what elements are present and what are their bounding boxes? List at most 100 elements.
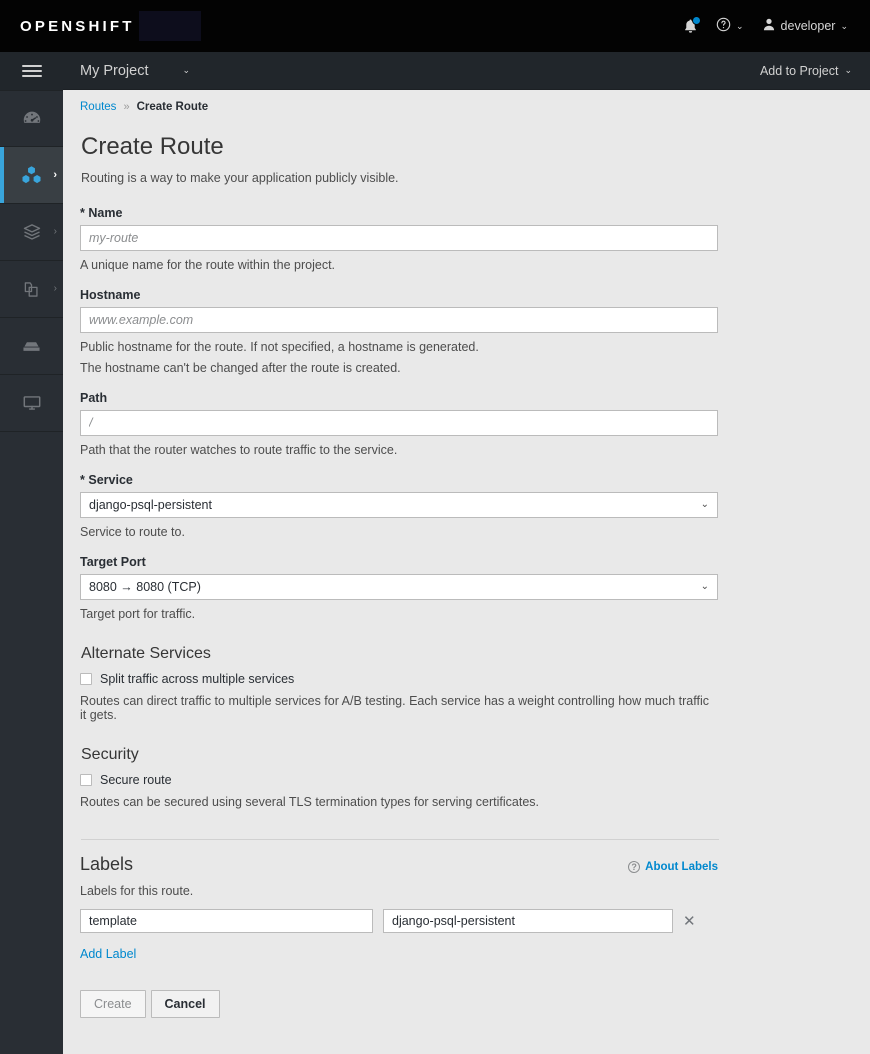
notifications-button[interactable] <box>683 16 701 34</box>
alternate-services-heading: Alternate Services <box>81 645 211 662</box>
openshift-console: OPENSHIFT ⌄ developer ⌄ › › › My Project… <box>0 0 870 1054</box>
create-button[interactable]: Create <box>80 990 146 1018</box>
service-help-text: Service to route to. <box>80 525 185 539</box>
label-key-input[interactable] <box>80 909 373 933</box>
server-icon <box>20 335 43 358</box>
page-title: Create Route <box>81 133 224 160</box>
help-menu[interactable]: ⌄ <box>716 17 744 35</box>
split-traffic-checkbox[interactable] <box>80 673 92 685</box>
chevron-down-icon: ⌄ <box>840 20 848 31</box>
breadcrumb: Routes » Create Route <box>80 90 870 113</box>
brand-redacted-block <box>138 11 201 41</box>
required-star: * <box>80 206 85 220</box>
target-port-label: Target Port <box>80 555 146 569</box>
name-label-text: Name <box>88 206 123 220</box>
hostname-help-text-2: The hostname can't be changed after the … <box>80 361 401 375</box>
breadcrumb-separator: » <box>123 101 130 113</box>
sidebar-item-monitoring[interactable] <box>0 375 63 432</box>
sidebar-nav: › › › <box>0 52 63 1054</box>
project-name-label: My Project <box>80 62 149 79</box>
monitor-icon <box>21 392 43 414</box>
secure-route-checkbox-row[interactable]: Secure route <box>80 773 718 787</box>
breadcrumb-current: Create Route <box>136 101 209 113</box>
sidebar-item-applications[interactable]: › <box>0 147 63 204</box>
split-traffic-checkbox-row[interactable]: Split traffic across multiple services <box>80 672 718 686</box>
service-select-wrapper: django-psql-persistent ⌄ <box>80 492 718 518</box>
about-labels-text: About Labels <box>645 861 718 873</box>
label-row: ✕ <box>80 909 718 933</box>
project-selector[interactable]: My Project ⌄ <box>80 63 190 79</box>
sidebar-item-overview[interactable] <box>0 90 63 147</box>
label-rows: ✕ <box>80 909 718 933</box>
field-group-name: * Name A unique name for the route withi… <box>80 206 718 272</box>
create-route-form: * Name A unique name for the route withi… <box>80 206 719 1018</box>
files-icon <box>21 279 42 300</box>
hostname-input[interactable] <box>80 307 718 333</box>
service-label-text: Service <box>88 473 133 487</box>
sidebar-expand-arrow[interactable]: › <box>54 284 57 294</box>
sidebar-expand-arrow[interactable]: › <box>53 169 57 181</box>
add-to-project-menu[interactable]: Add to Project ⌄ <box>760 64 852 78</box>
hamburger-menu-icon <box>21 65 42 77</box>
alternate-services-help-text: Routes can direct traffic to multiple se… <box>80 694 709 722</box>
bell-icon <box>683 16 701 34</box>
target-port-select-wrapper: 8080 → 8080 (TCP) ⌄ <box>80 574 718 600</box>
brand-logo[interactable]: OPENSHIFT <box>20 11 201 41</box>
form-actions: Create Cancel <box>80 990 718 1018</box>
labels-header: Labels ? About Labels <box>80 854 718 875</box>
target-port-help-text: Target port for traffic. <box>80 607 196 621</box>
security-heading: Security <box>81 746 139 763</box>
path-input[interactable] <box>80 410 718 436</box>
breadcrumb-link-routes[interactable]: Routes <box>80 101 116 113</box>
gauge-icon <box>21 108 43 130</box>
secure-route-label: Secure route <box>100 773 172 787</box>
target-port-select[interactable]: 8080 → 8080 (TCP) <box>80 574 718 600</box>
sidebar-item-storage[interactable] <box>0 318 63 375</box>
chevron-down-icon: ⌄ <box>182 65 191 75</box>
help-circle-icon <box>716 17 731 35</box>
hostname-label: Hostname <box>80 288 141 302</box>
username-label: developer <box>780 19 836 33</box>
notification-badge <box>692 16 701 25</box>
help-circle-icon: ? <box>628 861 641 873</box>
layers-icon <box>21 221 43 243</box>
about-labels-link[interactable]: ? About Labels <box>628 861 718 873</box>
service-label: * Service <box>80 473 718 487</box>
sidebar-item-builds[interactable]: › <box>0 204 63 261</box>
chevron-down-icon: ⌄ <box>844 65 852 75</box>
chevron-down-icon: ⌄ <box>736 20 744 31</box>
path-help-text: Path that the router watches to route tr… <box>80 443 398 457</box>
field-group-target-port: Target Port 8080 → 8080 (TCP) ⌄ Target p… <box>80 555 718 621</box>
section-divider <box>81 839 719 840</box>
path-label: Path <box>80 391 108 405</box>
sidebar-toggle-button[interactable] <box>0 52 63 90</box>
field-group-service: * Service django-psql-persistent ⌄ Servi… <box>80 473 718 539</box>
secure-route-checkbox[interactable] <box>80 774 92 786</box>
cubes-icon <box>20 164 43 187</box>
required-star: * <box>80 473 85 487</box>
split-traffic-label: Split traffic across multiple services <box>100 672 295 686</box>
brand-text: OPENSHIFT <box>20 17 135 35</box>
security-help-text: Routes can be secured using several TLS … <box>80 795 540 809</box>
close-icon[interactable]: ✕ <box>683 914 696 929</box>
service-select[interactable]: django-psql-persistent <box>80 492 718 518</box>
masthead-actions: ⌄ developer ⌄ <box>683 16 848 35</box>
hostname-help-text: Public hostname for the route. If not sp… <box>80 340 479 354</box>
context-bar: My Project ⌄ Add to Project ⌄ <box>63 52 870 90</box>
page-subtitle: Routing is a way to make your applicatio… <box>81 171 399 185</box>
label-value-input[interactable] <box>383 909 673 933</box>
sidebar-item-resources[interactable]: › <box>0 261 63 318</box>
masthead: OPENSHIFT ⌄ developer ⌄ <box>0 0 870 52</box>
main-content: Routes » Create Route Create Route Routi… <box>63 90 870 1054</box>
name-help-text: A unique name for the route within the p… <box>80 258 336 272</box>
name-input[interactable] <box>80 225 718 251</box>
name-label: * Name <box>80 206 718 220</box>
user-menu[interactable]: developer ⌄ <box>762 17 848 35</box>
field-group-path: Path Path that the router watches to rou… <box>80 391 718 457</box>
labels-heading: Labels <box>80 854 134 874</box>
sidebar-expand-arrow[interactable]: › <box>54 227 57 237</box>
add-label-link[interactable]: Add Label <box>80 947 136 961</box>
add-to-project-label: Add to Project <box>759 63 839 78</box>
user-icon <box>762 17 776 35</box>
cancel-button[interactable]: Cancel <box>150 990 220 1018</box>
